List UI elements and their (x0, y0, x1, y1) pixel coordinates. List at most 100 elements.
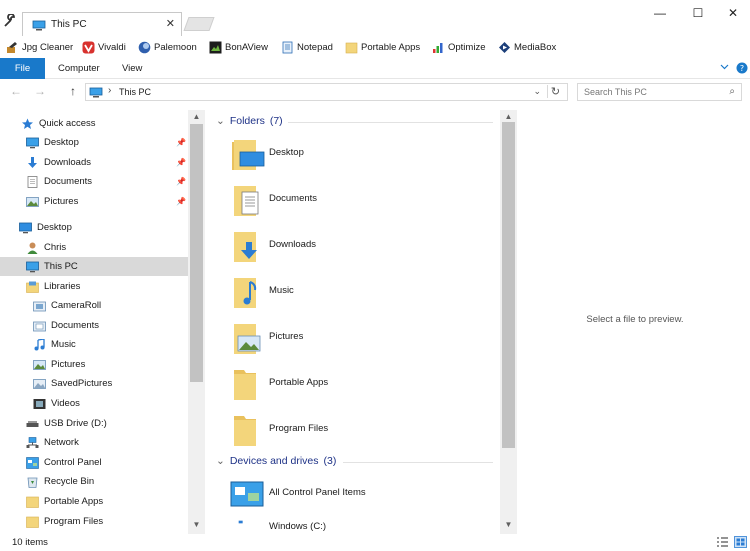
folder-tile-music[interactable]: Music (230, 274, 480, 318)
folder-tile-program-files[interactable]: Program Files (230, 412, 480, 456)
folder-tile-documents[interactable]: Documents (230, 182, 480, 226)
group-divider (343, 462, 493, 463)
folder-tile-desktop[interactable]: Desktop (230, 136, 480, 180)
documents-folder-icon (234, 186, 259, 216)
nav-saved-pictures[interactable]: SavedPictures (33, 374, 112, 393)
nav-control-panel[interactable]: Control Panel (26, 453, 102, 472)
search-input[interactable]: Search This PC ⌕ (577, 83, 742, 101)
content-scrollbar[interactable]: ▲ ▼ (500, 110, 517, 534)
nav-usb-drive[interactable]: USB Drive (D:) (26, 414, 107, 433)
bookmark-jpg-cleaner[interactable]: Jpg Cleaner (6, 39, 73, 55)
pin-icon: 📌 (176, 197, 186, 206)
pin-icon: 📌 (176, 138, 186, 147)
refresh-button[interactable]: ↻ (547, 85, 563, 98)
back-button[interactable]: ← (10, 84, 22, 98)
up-button[interactable]: ↑ (70, 84, 76, 98)
nav-chris[interactable]: Chris (26, 238, 66, 257)
star-icon (22, 118, 33, 129)
scrollbar-thumb[interactable] (502, 122, 515, 448)
jpg-cleaner-icon (7, 41, 17, 53)
nav-library-pictures[interactable]: Pictures (33, 355, 85, 374)
bookmark-notepad[interactable]: Notepad (281, 39, 333, 55)
vivaldi-icon (82, 41, 95, 53)
network-icon (26, 436, 39, 448)
pc-icon (32, 20, 46, 31)
breadcrumb-this-pc[interactable]: This PC (119, 87, 151, 97)
tab-computer[interactable]: Computer (58, 58, 100, 79)
pin-icon: 📌 (176, 177, 186, 186)
wrench-icon[interactable] (3, 14, 17, 28)
nav-videos[interactable]: Videos (33, 394, 80, 413)
group-title-devices: Devices and drives (229, 455, 319, 467)
nav-desktop-quick[interactable]: Desktop (26, 133, 79, 152)
search-placeholder: Search This PC (584, 87, 647, 97)
forward-button[interactable]: → (34, 84, 46, 98)
device-tile-windows-c[interactable]: Windows (C:) (230, 510, 480, 534)
nav-portable-apps[interactable]: Portable Apps (26, 492, 103, 511)
help-icon[interactable]: ? (736, 62, 748, 74)
nav-network[interactable]: Network (26, 433, 79, 452)
group-header-devices[interactable]: ⌄ Devices and drives (3) (216, 455, 336, 467)
folder-tile-portable-apps[interactable]: Portable Apps (230, 366, 480, 410)
tab-view[interactable]: View (122, 58, 142, 79)
tab-file[interactable]: File (0, 58, 45, 79)
nav-documents[interactable]: Documents (26, 172, 92, 191)
downloads-folder-icon (234, 232, 257, 262)
nav-this-pc[interactable]: This PC (0, 257, 188, 276)
nav-recycle-bin[interactable]: Recycle Bin (26, 472, 94, 491)
large-icons-view-icon[interactable] (734, 536, 747, 548)
svg-text:?: ? (740, 64, 744, 73)
nav-quick-access[interactable]: Quick access (21, 114, 96, 133)
videos-icon (33, 398, 46, 409)
notepad-icon (282, 41, 293, 53)
scroll-down-button[interactable]: ▼ (500, 520, 517, 529)
group-divider (288, 122, 493, 123)
ribbon-expand-icon[interactable] (720, 64, 729, 70)
search-icon[interactable]: ⌕ (729, 86, 735, 97)
maximize-button[interactable]: ☐ (678, 2, 718, 24)
close-button[interactable]: ✕ (716, 2, 750, 24)
scroll-up-button[interactable]: ▲ (500, 112, 517, 121)
scroll-down-button[interactable]: ▼ (188, 520, 205, 529)
bookmark-mediabox[interactable]: MediaBox (498, 39, 556, 55)
libraries-icon (26, 281, 39, 293)
pictures-folder-icon (234, 324, 261, 354)
bookmark-optimize[interactable]: Optimize (432, 39, 485, 55)
scrollbar-thumb[interactable] (190, 124, 203, 382)
bookmark-palemoon[interactable]: Palemoon (138, 39, 197, 55)
chevron-down-icon: ⌄ (216, 115, 225, 127)
music-icon (34, 338, 45, 350)
desktop-icon (26, 137, 39, 148)
address-bar[interactable]: › This PC ⌄ ↻ (85, 83, 568, 101)
bookmark-vivaldi[interactable]: Vivaldi (82, 39, 126, 55)
bookmark-bonaview[interactable]: BonAView (209, 39, 268, 55)
new-tab-button[interactable] (183, 17, 215, 31)
nav-pictures[interactable]: Pictures (26, 192, 78, 211)
desktop-icon (19, 222, 32, 233)
folder-tile-pictures[interactable]: Pictures (230, 320, 480, 364)
group-header-folders[interactable]: ⌄ Folders (7) (216, 115, 283, 127)
nav-library-documents[interactable]: Documents (33, 316, 99, 335)
tab-this-pc[interactable]: This PC ✕ (22, 12, 182, 36)
details-view-icon[interactable] (716, 536, 729, 548)
bookmark-portable-apps[interactable]: Portable Apps (345, 39, 420, 55)
item-count: 10 items (12, 537, 48, 548)
nav-libraries[interactable]: Libraries (26, 277, 80, 296)
minimize-button[interactable]: — (640, 2, 680, 24)
nav-music[interactable]: Music (33, 335, 76, 354)
nav-desktop[interactable]: Desktop (19, 218, 72, 237)
folder-icon (234, 370, 256, 400)
tab-close-button[interactable]: ✕ (166, 17, 175, 30)
pictures-icon (26, 196, 39, 207)
control-panel-icon (26, 456, 39, 469)
nav-downloads[interactable]: Downloads (26, 153, 91, 172)
nav-scrollbar[interactable]: ▲ ▼ (188, 110, 205, 534)
nav-program-files[interactable]: Program Files (26, 512, 103, 531)
content-pane: ⌄ Folders (7) Desktop Documents Download… (208, 110, 518, 534)
folder-tile-downloads[interactable]: Downloads (230, 228, 480, 272)
bookmarks-toolbar: Jpg Cleaner Vivaldi Palemoon BonAView No… (0, 36, 750, 58)
nav-camera-roll[interactable]: CameraRoll (33, 296, 101, 315)
scroll-up-button[interactable]: ▲ (188, 112, 205, 121)
palemoon-icon (138, 41, 151, 53)
address-dropdown-button[interactable]: ⌄ (533, 86, 541, 97)
